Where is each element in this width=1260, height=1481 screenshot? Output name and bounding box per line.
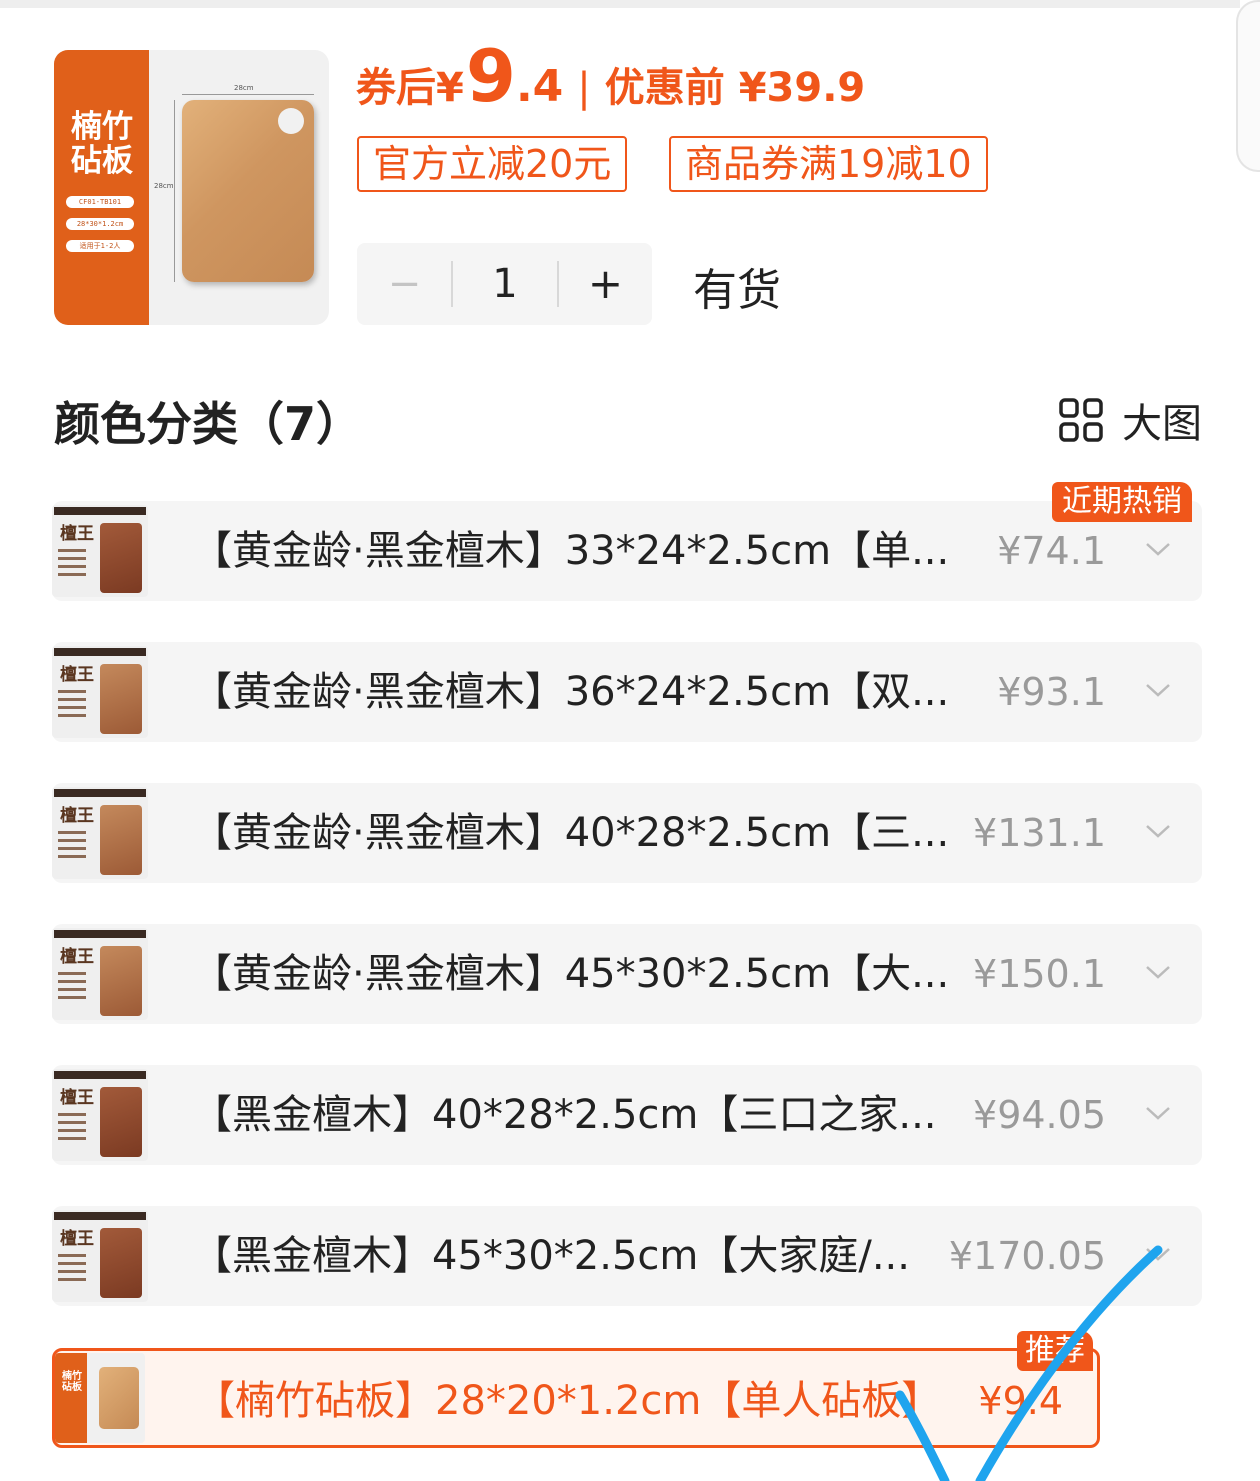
price-after-integer: 9 [465,34,516,118]
top-divider [0,0,1240,8]
option-thumb-title: 楠竹砧板 [62,1371,82,1393]
chevron-down-icon[interactable] [1144,539,1172,559]
thumbnail-title: 楠竹 砧板 [71,109,133,179]
option-row[interactable]: 檀王 【黄金龄·黑金檀木】45*30*2.5cm【大... ¥150.1 [52,924,1202,1024]
option-label: 【黄金龄·黑金檀木】40*28*2.5cm【三... [192,810,950,856]
recommend-tag: 推荐 [1017,1331,1093,1371]
option-label: 【黄金龄·黑金檀木】45*30*2.5cm【大... [192,951,950,997]
price-line: 券后 ¥ 9 .4 | 优惠前 ¥39.9 [356,36,865,116]
chevron-down-icon[interactable] [1144,821,1172,841]
thumbnail-band [54,50,149,325]
option-label: 【楠竹砧板】28*20*1.2cm【单人砧板】 [195,1378,942,1424]
option-label: 【黄金龄·黑金檀木】33*24*2.5cm【单... [192,528,950,574]
dimension-height: 28cm [154,182,174,190]
option-price: ¥170.05 [948,1234,1106,1278]
option-thumbnail: 檀王 [52,646,148,738]
option-thumbnail: 檀王 [52,787,148,879]
price-separator: | [577,65,591,111]
big-view-toggle[interactable]: 大图 [1058,395,1202,447]
option-row-selected[interactable]: 楠竹砧板 【楠竹砧板】28*20*1.2cm【单人砧板】 ¥9.4 [52,1348,1100,1448]
option-price: ¥94.05 [973,1093,1106,1137]
dimension-line [174,100,175,282]
chevron-down-icon[interactable] [1144,1244,1172,1264]
coupon-badge: 商品券满19减10 [669,136,988,192]
price-after-label: 券后 [356,65,436,111]
price-after-decimal: .4 [515,61,564,112]
option-label: 【黑金檀木】45*30*2.5cm【大家庭/... [192,1233,910,1279]
currency-symbol: ¥ [436,65,464,111]
section-title: 颜色分类（7） [54,397,363,451]
cutting-board-image [182,100,314,282]
thumbnail-pill: 28*30*1.2cm [66,218,134,230]
option-row[interactable]: 檀王 【黄金龄·黑金檀木】36*24*2.5cm【双... ¥93.1 [52,642,1202,742]
option-row[interactable]: 檀王 【黑金檀木】40*28*2.5cm【三口之家... ¥94.05 [52,1065,1202,1165]
dimension-width: 28cm [234,84,254,92]
dimension-line [182,94,314,95]
grid-icon [1059,398,1103,442]
quantity-stepper: − 1 + [357,243,652,325]
thumbnail-pill: CF01-TB101 [66,196,134,208]
chevron-down-icon[interactable] [1144,962,1172,982]
product-thumbnail[interactable]: 楠竹 砧板 CF01-TB101 28*30*1.2cm 适用于1-2人 28c… [54,50,329,325]
chevron-down-icon[interactable] [1144,680,1172,700]
big-view-label: 大图 [1122,401,1202,447]
stock-status: 有货 [693,265,781,316]
increase-button[interactable]: + [559,243,652,325]
option-price: ¥93.1 [997,670,1106,714]
chevron-down-icon[interactable] [1144,1103,1172,1123]
option-label: 【黄金龄·黑金檀木】36*24*2.5cm【双... [192,669,950,715]
side-panel-handle[interactable] [1236,0,1260,172]
option-thumbnail: 檀王 [52,505,148,597]
thumbnail-pill: 适用于1-2人 [66,240,134,252]
hot-sale-tag: 近期热销 [1052,482,1192,522]
option-thumbnail: 檀王 [52,1069,148,1161]
option-row[interactable]: 檀王 【黄金龄·黑金檀木】40*28*2.5cm【三... ¥131.1 [52,783,1202,883]
quantity-value[interactable]: 1 [453,243,557,325]
option-label: 【黑金檀木】40*28*2.5cm【三口之家... [192,1092,937,1138]
price-before: 优惠前 ¥39.9 [604,65,866,111]
option-thumbnail: 檀王 [52,928,148,1020]
option-price: ¥131.1 [973,811,1106,855]
decrease-button[interactable]: − [357,243,452,325]
option-thumbnail: 楠竹砧板 [55,1353,145,1443]
option-row[interactable]: 檀王 【黄金龄·黑金檀木】33*24*2.5cm【单... ¥74.1 [52,501,1202,601]
discount-badge: 官方立减20元 [357,136,628,192]
option-row[interactable]: 檀王 【黑金檀木】45*30*2.5cm【大家庭/... ¥170.05 [52,1206,1202,1306]
option-thumbnail: 檀王 [52,1210,148,1302]
option-price: ¥150.1 [973,952,1106,996]
